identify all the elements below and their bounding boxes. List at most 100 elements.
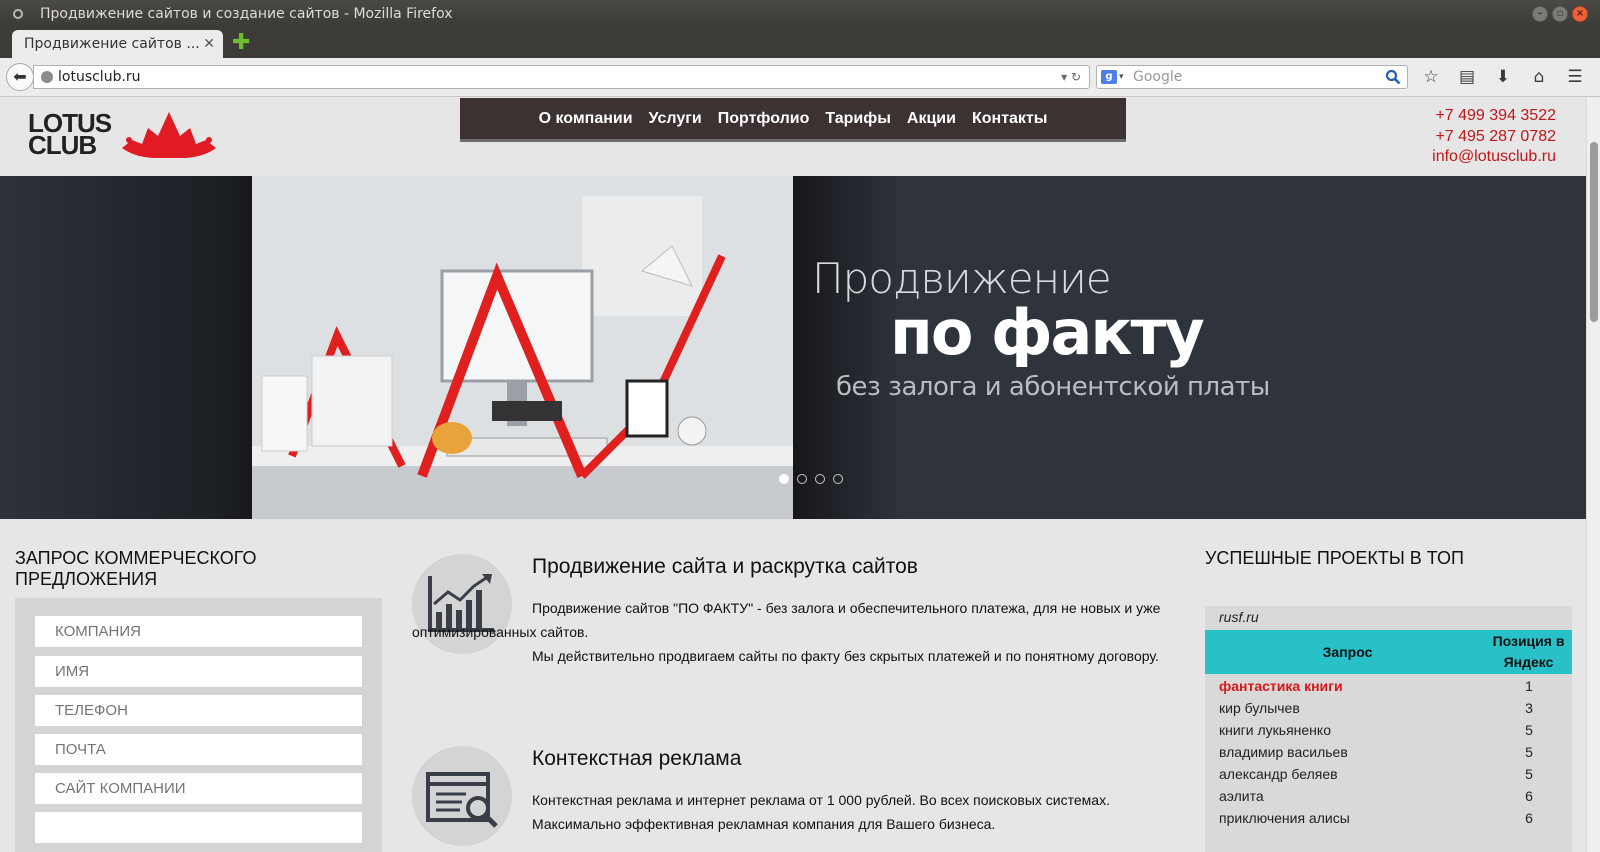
slider-dot-5[interactable]	[815, 474, 825, 484]
table-row: кир булычев 3	[1205, 698, 1572, 720]
home-icon[interactable]: ⌂	[1528, 66, 1550, 88]
message-field[interactable]	[35, 812, 362, 843]
toolbar-icons: ☆ ▤ ⬇ ⌂ ☰	[1420, 66, 1586, 88]
page-scrollbar[interactable]	[1586, 98, 1600, 852]
menu-item-about[interactable]: О компании	[539, 110, 633, 128]
phone-field[interactable]	[35, 695, 362, 726]
close-window-icon[interactable]: ×	[1572, 6, 1588, 22]
hero-slider[interactable]: Продвижение по факту без залога и абонен…	[0, 176, 1586, 519]
tab-title: Продвижение сайтов ...	[24, 36, 200, 52]
menu-item-services[interactable]: Услуги	[649, 110, 702, 128]
row-position: 6	[1525, 810, 1533, 826]
slider-dot-6[interactable]	[833, 474, 843, 484]
service-text-promotion-1: Продвижение сайтов "ПО ФАКТУ" - без зало…	[412, 600, 1161, 640]
top-projects-table: rusf.ru Запрос Позиция в Яндекс фантасти…	[1205, 606, 1572, 852]
office-desk-illustration	[252, 176, 793, 519]
url-bar[interactable]: lotusclub.ru ▾ ↻	[33, 65, 1090, 89]
window-controls: – ▫ ×	[1532, 6, 1588, 22]
slide-photo	[252, 176, 793, 519]
engine-dropdown-icon[interactable]: ▾	[1119, 66, 1124, 88]
request-form-title: ЗАПРОС КОММЕРЧЕСКОГО ПРЕДЛОЖЕНИЯ	[15, 548, 257, 589]
back-button[interactable]: ⬅	[6, 63, 34, 91]
service-text-promotion: Продвижение сайтов "ПО ФАКТУ" - без зало…	[412, 596, 1162, 668]
navigation-toolbar: ⬅ lotusclub.ru ▾ ↻ g ▾ Google ☆ ▤ ⬇ ⌂ ☰	[0, 58, 1600, 97]
slider-dots	[743, 474, 843, 484]
menu-item-contacts[interactable]: Контакты	[972, 110, 1047, 128]
row-position: 5	[1525, 722, 1533, 738]
window-title: Продвижение сайтов и создание сайтов - M…	[40, 6, 453, 22]
menu-hamburger-icon[interactable]: ☰	[1564, 66, 1586, 88]
tab-close-icon[interactable]: ✕	[203, 30, 215, 58]
table-row: книги лукьяненко 5	[1205, 720, 1572, 742]
row-position: 3	[1525, 700, 1533, 716]
logo-text: LOTUS CLUB	[28, 110, 112, 158]
lotus-crown-icon	[122, 112, 216, 158]
app-menu-icon[interactable]	[13, 9, 23, 19]
company-field[interactable]	[35, 616, 362, 647]
google-engine-icon[interactable]: g	[1101, 70, 1117, 84]
reload-icon[interactable]: ↻	[1071, 70, 1081, 84]
slide-heading-2: по факту	[890, 296, 1205, 369]
site-identity-icon[interactable]	[41, 71, 53, 83]
menu-item-promotions[interactable]: Акции	[907, 110, 956, 128]
scrollbar-thumb[interactable]	[1590, 142, 1598, 322]
new-tab-icon[interactable]: ✚	[232, 30, 250, 56]
name-field[interactable]	[35, 656, 362, 687]
table-row: аэлита 6	[1205, 786, 1572, 808]
service-text-context: Контекстная реклама и интернет реклама о…	[412, 788, 1162, 836]
slider-right-shade	[793, 176, 903, 519]
service-text-promotion-2: Мы действительно продвигаем сайты по фак…	[532, 648, 1159, 664]
maximize-icon[interactable]: ▫	[1552, 6, 1568, 22]
row-query: александр беляев	[1219, 766, 1338, 782]
header-contacts: +7 499 394 3522 +7 495 287 0782 info@lot…	[1432, 106, 1556, 168]
table-row: александр беляев 5	[1205, 764, 1572, 786]
row-query: аэлита	[1219, 788, 1264, 804]
slide-subheading: без залога и абонентской платы	[836, 372, 1270, 402]
column-header-position: Позиция в Яндекс	[1492, 633, 1565, 670]
menu-item-portfolio[interactable]: Портфолио	[718, 110, 810, 128]
row-position: 1	[1525, 678, 1533, 694]
menu-item-tariffs[interactable]: Тарифы	[825, 110, 891, 128]
slider-dot-3[interactable]	[779, 474, 789, 484]
minimize-icon[interactable]: –	[1532, 6, 1548, 22]
row-query: книги лукьяненко	[1219, 722, 1331, 738]
window-titlebar: Продвижение сайтов и создание сайтов - M…	[0, 0, 1600, 28]
search-placeholder: Google	[1133, 69, 1183, 85]
email-field[interactable]	[35, 734, 362, 765]
downloads-icon[interactable]: ⬇	[1492, 66, 1514, 88]
slider-left-shade	[0, 176, 253, 519]
row-query: приключения алисы	[1219, 810, 1350, 826]
email-link[interactable]: info@lotusclub.ru	[1432, 147, 1556, 168]
row-position: 5	[1525, 766, 1533, 782]
top-projects-title: УСПЕШНЫЕ ПРОЕКТЫ В ТОП	[1205, 548, 1464, 568]
row-query: кир булычев	[1219, 700, 1300, 716]
search-bar[interactable]: g ▾ Google	[1096, 65, 1408, 89]
service-title-promotion[interactable]: Продвижение сайта и раскрутка сайтов	[532, 555, 918, 579]
table-row: владимир васильев 5	[1205, 742, 1572, 764]
history-dropdown-icon[interactable]: ▾	[1061, 70, 1067, 84]
request-form	[15, 598, 382, 852]
phone-1[interactable]: +7 499 394 3522	[1432, 106, 1556, 127]
slider-dot-4[interactable]	[797, 474, 807, 484]
service-text-context-1: Контекстная реклама и интернет реклама о…	[532, 792, 1110, 808]
slider-dot-2[interactable]	[761, 474, 771, 484]
service-text-context-2: Максимально эффективная рекламная компан…	[532, 816, 996, 832]
row-position: 6	[1525, 788, 1533, 804]
table-row: приключения алисы 6	[1205, 808, 1572, 830]
tab-active[interactable]: Продвижение сайтов ... ✕	[12, 30, 223, 58]
column-header-query: Запрос	[1322, 644, 1373, 660]
company-site-field[interactable]	[35, 773, 362, 804]
page-viewport: LOTUS CLUB О компании Услуги Портфолио Т…	[0, 98, 1586, 852]
table-row: фантастика книги 1	[1205, 676, 1572, 698]
bookmarks-menu-icon[interactable]: ▤	[1456, 66, 1478, 88]
logo[interactable]: LOTUS CLUB	[28, 110, 218, 160]
bookmark-star-icon[interactable]: ☆	[1420, 66, 1442, 88]
url-text: lotusclub.ru	[58, 69, 141, 85]
search-icon[interactable]	[1385, 69, 1401, 85]
phone-2[interactable]: +7 495 287 0782	[1432, 127, 1556, 148]
project-site: rusf.ru	[1219, 609, 1259, 625]
row-position: 5	[1525, 744, 1533, 760]
service-title-context[interactable]: Контекстная реклама	[532, 747, 741, 771]
slider-dot-1[interactable]	[743, 474, 753, 484]
url-tools: ▾ ↻	[1061, 66, 1081, 88]
